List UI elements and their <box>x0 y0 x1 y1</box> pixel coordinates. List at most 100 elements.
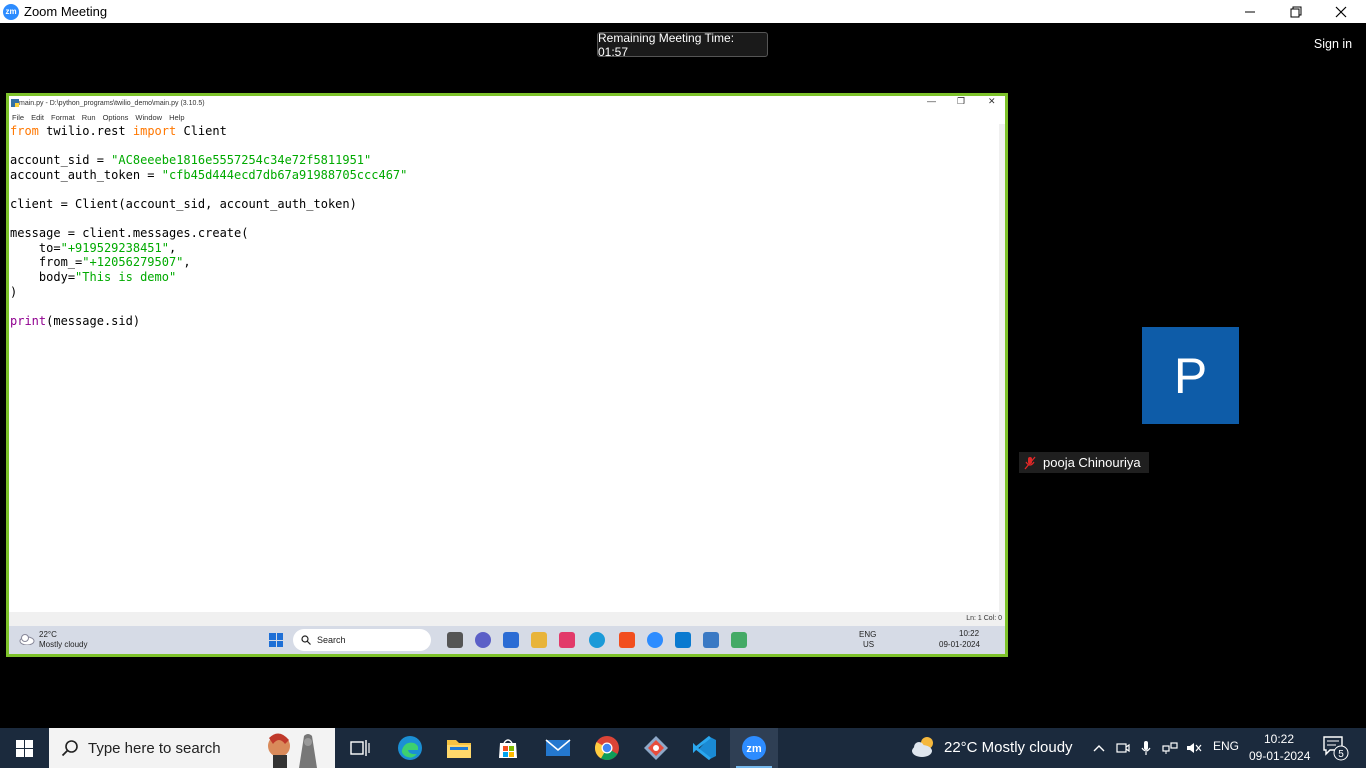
minimize-button[interactable] <box>1227 0 1273 23</box>
inner-weather-temp: 22°C <box>39 630 57 639</box>
inner-store-icon[interactable] <box>503 632 519 648</box>
code-editor[interactable]: from twilio.rest import Client account_s… <box>9 124 999 612</box>
menu-window[interactable]: Window <box>135 113 162 122</box>
participant-name-tag: pooja Chinouriya <box>1019 452 1149 473</box>
participant-avatar[interactable]: P <box>1142 327 1239 424</box>
remaining-meeting-time: Remaining Meeting Time: 01:57 <box>597 31 768 59</box>
search-icon <box>61 740 78 757</box>
inner-search-box[interactable]: Search <box>293 629 431 651</box>
inner-edge-icon[interactable] <box>589 632 605 648</box>
menu-file[interactable]: File <box>12 113 24 122</box>
code-line: account_sid = "AC8eeebe1816e5557254c34e7… <box>10 153 372 168</box>
store-icon <box>499 739 517 758</box>
store-button[interactable] <box>484 728 532 768</box>
mail-button[interactable] <box>534 728 582 768</box>
inner-teams-icon[interactable] <box>475 632 491 648</box>
taskview-button[interactable] <box>336 728 384 768</box>
inner-weather-desc: Mostly cloudy <box>39 640 88 649</box>
network-icon[interactable] <box>1162 741 1178 755</box>
code-line: message = client.messages.create( <box>10 226 249 241</box>
inner-zoom-icon[interactable] <box>647 632 663 648</box>
menu-run[interactable]: Run <box>82 113 96 122</box>
windows-logo-icon <box>15 739 33 757</box>
code-line: print(message.sid) <box>10 313 141 328</box>
inner-vscode-icon[interactable] <box>675 632 691 648</box>
zoom-button[interactable]: zm <box>730 728 778 768</box>
git-app-button[interactable] <box>632 728 680 768</box>
zoom-logo-icon: zm <box>3 3 19 20</box>
close-icon <box>1335 6 1347 17</box>
inner-start-icon[interactable] <box>269 633 283 647</box>
inner-clock-time: 10:22 <box>959 629 980 638</box>
notification-center-icon[interactable]: 5 <box>1322 735 1350 761</box>
mic-muted-icon <box>1024 456 1036 469</box>
weather-cloud-icon <box>912 737 933 757</box>
microphone-icon[interactable] <box>1140 740 1152 756</box>
idle-close-icon[interactable]: ✕ <box>988 96 996 107</box>
meet-now-icon[interactable] <box>1116 741 1130 755</box>
svg-text:zm: zm <box>746 743 762 755</box>
menu-help[interactable]: Help <box>169 113 184 122</box>
idle-window-title: main.py - D:\python_programs\twilio_demo… <box>19 99 205 107</box>
inner-lang: ENG <box>859 630 877 639</box>
idle-restore-icon[interactable]: ❐ <box>957 96 965 107</box>
code-line: to="+919529238451", <box>38 240 177 255</box>
file-explorer-button[interactable] <box>435 728 483 768</box>
system-tray <box>1088 728 1202 768</box>
menu-edit[interactable]: Edit <box>31 113 44 122</box>
clock-time[interactable]: 10:22 <box>1264 732 1294 746</box>
idle-menubar: File Edit Format Run Options Window Help <box>9 111 1005 123</box>
search-highlight-art-icon <box>268 733 317 768</box>
inner-search-label: Search <box>317 635 346 645</box>
inner-taskview-icon[interactable] <box>447 632 463 648</box>
notification-count: 5 <box>1338 749 1344 760</box>
menu-options[interactable]: Options <box>103 113 129 122</box>
chevron-up-icon[interactable] <box>1092 743 1106 753</box>
idle-titlebar: main.py - D:\python_programs\twilio_demo… <box>9 96 1005 110</box>
chrome-button[interactable] <box>583 728 631 768</box>
taskbar-search-input[interactable]: Type here to search <box>49 728 335 768</box>
inner-notepad-icon[interactable] <box>703 632 719 648</box>
edge-icon <box>398 736 422 760</box>
code-line: account_auth_token = "cfb45d444ecd7db67a… <box>10 167 408 182</box>
inner-search-icon <box>301 635 311 645</box>
clock-date[interactable]: 09-01-2024 <box>1249 749 1310 763</box>
inner-clock-date: 09-01-2024 <box>939 640 980 649</box>
zoom-titlebar: zm Zoom Meeting <box>0 0 1366 23</box>
folder-icon <box>447 740 471 758</box>
participant-name: pooja Chinouriya <box>1043 455 1141 470</box>
search-placeholder: Type here to search <box>88 739 221 757</box>
chrome-icon <box>594 736 619 761</box>
zoom-icon: zm <box>742 736 766 760</box>
weather-text[interactable]: 22°C Mostly cloudy <box>944 739 1073 756</box>
inner-figma-icon[interactable] <box>619 632 635 648</box>
inner-region: US <box>863 640 875 649</box>
edge-button[interactable] <box>386 728 434 768</box>
close-button[interactable] <box>1318 0 1364 23</box>
volume-muted-icon[interactable] <box>1186 741 1202 755</box>
inner-taskbar: 22°C Mostly cloudy Search ENG US 10:22 0… <box>9 626 1005 654</box>
inner-idle-icon[interactable] <box>731 632 747 648</box>
inner-folder-icon[interactable] <box>531 632 547 648</box>
editor-scrollbar[interactable] <box>999 124 1005 612</box>
code-line: from twilio.rest import Client <box>10 124 227 138</box>
code-line: from_="+12056279507", <box>38 255 191 270</box>
sign-in-button[interactable]: Sign in <box>1307 33 1359 55</box>
menu-format[interactable]: Format <box>51 113 75 122</box>
editor-status: Ln: 1 Col: 0 <box>9 612 1005 626</box>
shared-screen: main.py - D:\python_programs\twilio_demo… <box>6 93 1008 657</box>
inner-cloud-icon <box>19 634 35 645</box>
restore-button[interactable] <box>1273 0 1319 23</box>
language-indicator[interactable]: ENG <box>1213 739 1239 753</box>
idle-minimize-icon[interactable]: — <box>927 96 936 106</box>
window-title: Zoom Meeting <box>24 4 108 19</box>
vscode-button[interactable] <box>681 728 729 768</box>
code-line: body="This is demo" <box>38 269 177 284</box>
mail-icon <box>545 739 571 756</box>
inner-calendar-icon[interactable] <box>559 632 575 648</box>
start-button[interactable] <box>0 728 48 768</box>
git-gui-icon <box>644 736 668 760</box>
